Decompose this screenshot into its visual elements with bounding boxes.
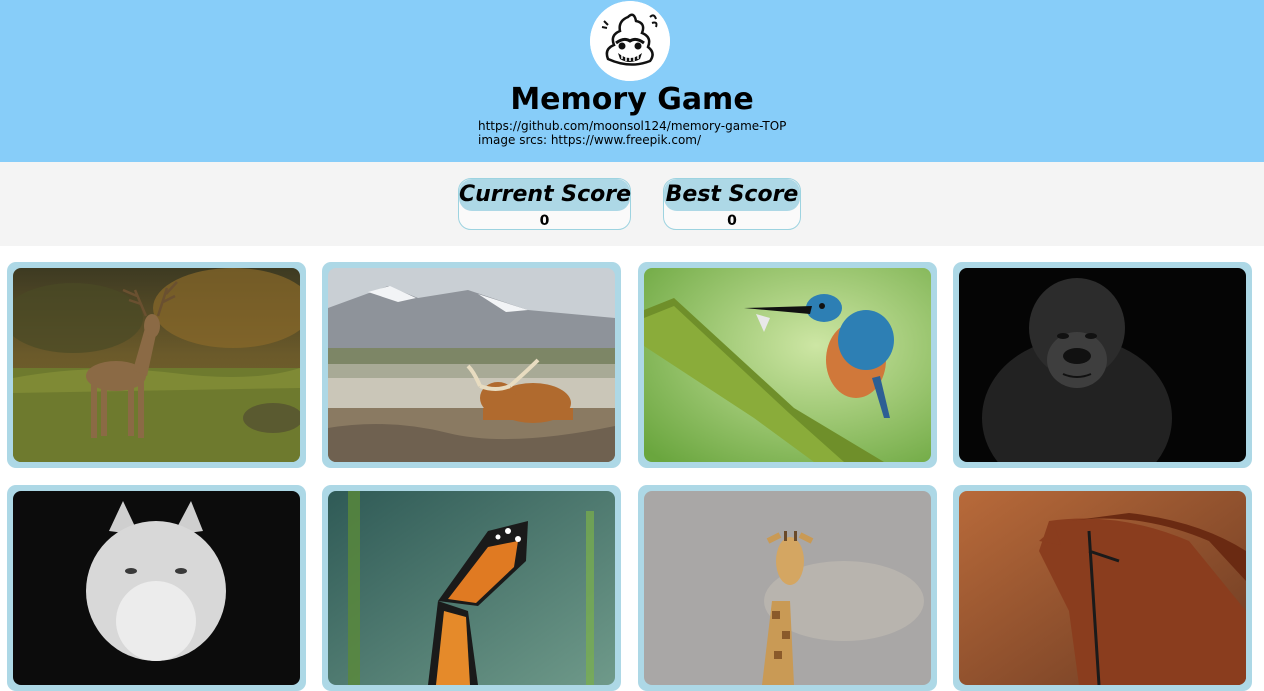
horse-image (959, 491, 1246, 685)
image-sources: image srcs: https://www.freepik.com/ (478, 133, 702, 147)
card-wolf[interactable] (7, 485, 306, 691)
butterfly-image (328, 491, 615, 685)
card-horse[interactable] (953, 485, 1252, 691)
deer-image (13, 268, 300, 462)
gorilla-image (959, 268, 1246, 462)
best-score-box: Best Score 0 (663, 178, 801, 230)
current-score-box: Current Score 0 (458, 178, 631, 230)
scoreboard: Current Score 0 Best Score 0 (0, 162, 1264, 246)
current-score-label: Current Score (459, 179, 631, 211)
page-title: Memory Game (510, 82, 754, 117)
giraffe-image (644, 491, 931, 685)
credits: https://github.com/moonsol124/memory-gam… (478, 119, 786, 147)
poop-logo-icon (590, 1, 670, 81)
best-score-value: 0 (727, 213, 737, 229)
card-giraffe[interactable] (638, 485, 937, 691)
header: Memory Game https://github.com/moonsol12… (0, 0, 1264, 162)
card-highland-cow[interactable] (322, 262, 621, 468)
repo-link[interactable]: https://github.com/moonsol124/memory-gam… (478, 119, 786, 133)
best-score-label: Best Score (664, 179, 800, 211)
card-gorilla[interactable] (953, 262, 1252, 468)
card-deer[interactable] (7, 262, 306, 468)
current-score-value: 0 (539, 213, 550, 229)
card-butterfly[interactable] (322, 485, 621, 691)
highland-cow-image (328, 268, 615, 462)
wolf-image (13, 491, 300, 685)
card-kingfisher[interactable] (638, 262, 937, 468)
kingfisher-image (644, 268, 931, 462)
